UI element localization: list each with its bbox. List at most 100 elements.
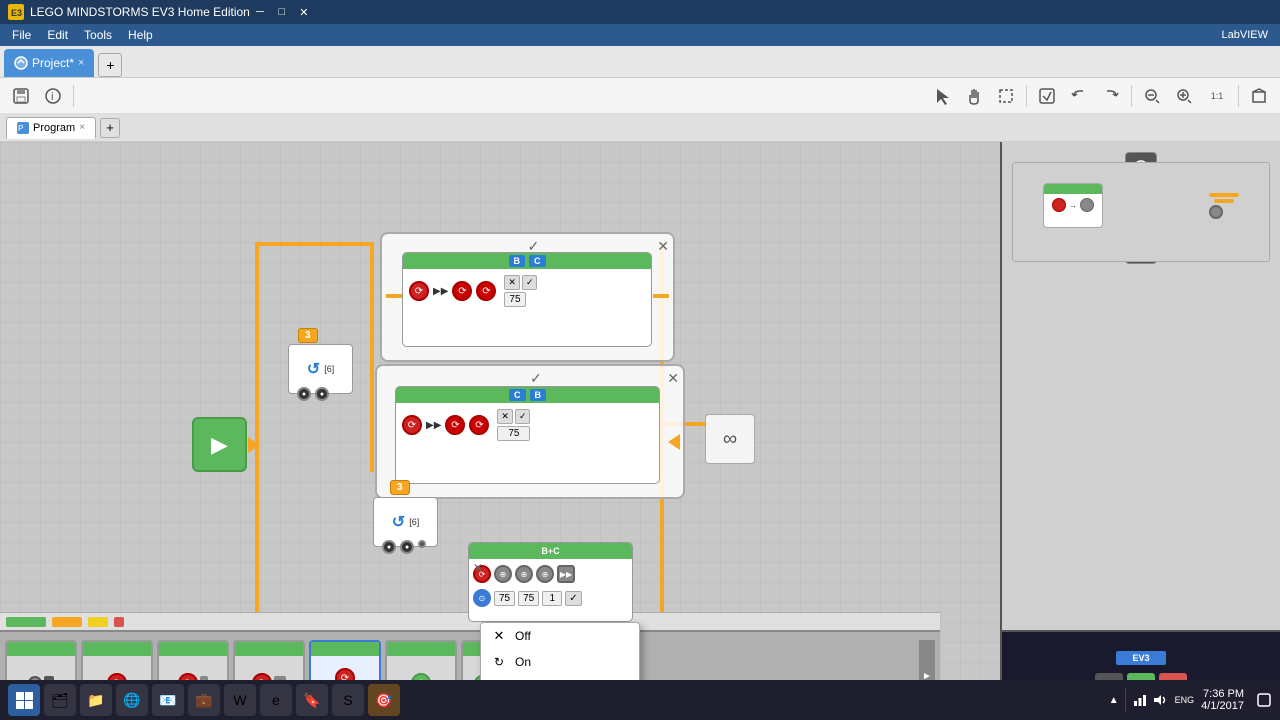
toolbar-zoom-in-btn[interactable]: [1169, 82, 1199, 110]
num-indicator: ⊙: [473, 589, 491, 607]
taskbar-outlook[interactable]: 📧: [152, 684, 184, 716]
loop-block-top: ✕ ✓ B C ⟳ ▶▶ ⟳ ⟳ ✕: [380, 232, 675, 362]
taskbar-ev3-app[interactable]: 🎯: [368, 684, 400, 716]
toolbar-cursor-btn[interactable]: [927, 82, 957, 110]
toolbar-zoom-out-btn[interactable]: [1137, 82, 1167, 110]
h-connector-1: [255, 242, 370, 246]
motor-icon-mid-1: ⟳: [402, 415, 422, 435]
infinity-block: ∞: [705, 414, 755, 464]
rotation-block-2: ↺ [6] ● ●: [373, 497, 438, 547]
taskbar-skype[interactable]: S: [332, 684, 364, 716]
tab-bar: Project* × +: [0, 46, 1280, 78]
loop-block-mid-check[interactable]: ✓: [530, 370, 542, 387]
taskbar-chrome[interactable]: 🌐: [116, 684, 148, 716]
taskbar-ie[interactable]: e: [260, 684, 292, 716]
toolbar-help-btn[interactable]: [1244, 82, 1274, 110]
check-bottom[interactable]: ✓: [565, 591, 581, 606]
num-75-mid[interactable]: 75: [497, 426, 530, 441]
port-b-label: B: [509, 255, 526, 267]
num-75-bottom-2[interactable]: 75: [518, 591, 539, 606]
motor-bottom-3: ⊕: [515, 565, 533, 583]
bc-label: B+C: [541, 546, 559, 556]
menu-tools[interactable]: Tools: [76, 26, 120, 44]
sub-tab-program-label: Program: [33, 122, 75, 134]
add-tab-button[interactable]: +: [98, 53, 122, 77]
taskbar: 🗂 📁 🌐 📧 💼 W e 🔖 S 🎯 ▲ ENG 7:36 PM 4/1/20…: [0, 680, 1280, 720]
motor-icon-top-2: ⟳: [452, 281, 472, 301]
sub-tab-bar: P Program × +: [0, 114, 1280, 142]
connector-mid: [370, 242, 374, 472]
ctrl-x-top[interactable]: ✕: [504, 275, 520, 290]
connector-arrow-right: [248, 437, 260, 453]
tray-sep: [1125, 688, 1126, 712]
loop-block-top-close[interactable]: ✕: [657, 238, 669, 255]
project-tab-close[interactable]: ×: [78, 57, 84, 69]
toolbar-save2-btn[interactable]: [1032, 82, 1062, 110]
program-icon: P: [17, 122, 29, 134]
menu-file[interactable]: File: [4, 26, 39, 44]
motor-block-top: B C ⟳ ▶▶ ⟳ ⟳ ✕ ✓ 7: [402, 252, 652, 347]
toolbar-redo-btn[interactable]: [1096, 82, 1126, 110]
menu-help[interactable]: Help: [120, 26, 161, 44]
taskbar-folder[interactable]: 📁: [80, 684, 112, 716]
maximize-button[interactable]: □: [272, 3, 292, 21]
canvas-area[interactable]: ▶ ✕ ✓ B C ⟳ ▶▶ ⟳: [0, 142, 1000, 720]
toolbar-select-btn[interactable]: [991, 82, 1021, 110]
taskbar-store[interactable]: 💼: [188, 684, 220, 716]
taskbar-ie2[interactable]: 🔖: [296, 684, 328, 716]
progress-orange: [52, 617, 82, 627]
motor-block-mid: C B ⟳ ▶▶ ⟳ ⟳ ✕ ✓ 75: [395, 386, 660, 484]
taskbar-file-explorer[interactable]: 🗂: [44, 684, 76, 716]
lang-indicator[interactable]: ENG: [1172, 695, 1198, 705]
close-button[interactable]: ✕: [294, 3, 314, 21]
toolbar-zoom-fit-btn[interactable]: 1:1: [1201, 82, 1233, 110]
val-6-2: [6]: [409, 517, 419, 527]
num-1-bottom[interactable]: 1: [542, 591, 562, 606]
mini-motor-block: →: [1043, 183, 1103, 228]
sub-tab-program-close[interactable]: ×: [79, 122, 85, 133]
orange-num-block-1: 3: [298, 328, 318, 343]
toolbar-hand-btn[interactable]: [959, 82, 989, 110]
motor-icon-top-3: ⟳: [476, 281, 496, 301]
ctrl-check-mid[interactable]: ✓: [515, 409, 531, 424]
ctrl-x-mid[interactable]: ✕: [497, 409, 513, 424]
svg-text:P: P: [18, 124, 23, 133]
network-icon[interactable]: [1132, 692, 1148, 708]
toolbar-save-btn[interactable]: [6, 82, 36, 110]
play-button-block[interactable]: ▶: [192, 417, 247, 472]
system-clock[interactable]: 7:36 PM 4/1/2017: [1201, 688, 1252, 712]
dropdown-item-on[interactable]: ↻ On: [481, 649, 639, 675]
add-sub-tab-button[interactable]: +: [100, 118, 120, 138]
clock-date: 4/1/2017: [1201, 700, 1244, 712]
project-tab-label: Project*: [32, 56, 74, 70]
ctrl-check-top[interactable]: ✓: [522, 275, 538, 290]
off-icon: ✕: [491, 628, 507, 644]
port-b-mid-label: B: [530, 389, 547, 401]
motor-icon-top-1: ⟳: [409, 281, 429, 301]
notification-icon[interactable]: [1256, 692, 1272, 708]
ev3-label: EV3: [1116, 651, 1166, 665]
loop-block-middle: ✕ ✓ C B ⟳ ▶▶ ⟳ ⟳ ✕ ✓: [375, 364, 685, 499]
loop-block-mid-close[interactable]: ✕: [667, 370, 679, 387]
taskbar-word[interactable]: W: [224, 684, 256, 716]
sub-tab-program[interactable]: P Program ×: [6, 117, 96, 139]
port-dot-2a: ●: [382, 540, 396, 554]
start-button[interactable]: [8, 684, 40, 716]
loop-out-connector: [653, 294, 669, 298]
volume-icon[interactable]: [1152, 692, 1168, 708]
rotation-icon-1: ↺: [307, 359, 320, 379]
num-75-top[interactable]: 75: [504, 292, 525, 307]
show-hidden-icons[interactable]: ▲: [1109, 695, 1119, 706]
toolbar-info-btn[interactable]: i: [38, 82, 68, 110]
num-75-bottom-1[interactable]: 75: [494, 591, 515, 606]
toolbar-undo-btn[interactable]: [1064, 82, 1094, 110]
progress-green: [6, 617, 46, 627]
dropdown-item-off[interactable]: ✕ Off: [481, 623, 639, 649]
minimize-button[interactable]: ─: [250, 3, 270, 21]
palette-header-3: [159, 642, 227, 656]
project-tab[interactable]: Project* ×: [4, 49, 94, 77]
menu-edit[interactable]: Edit: [39, 26, 76, 44]
labview-label: LabVIEW: [1222, 29, 1268, 41]
block-bottom-close[interactable]: ✕: [473, 561, 483, 575]
toolbar-sep-1: [73, 85, 74, 107]
